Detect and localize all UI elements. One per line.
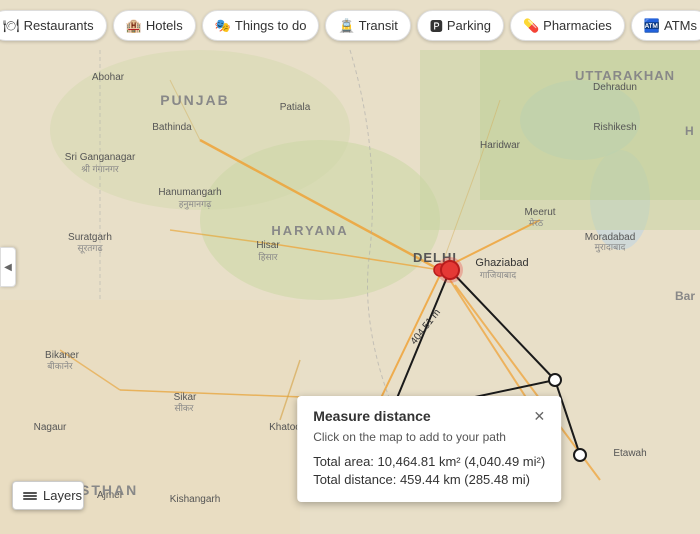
svg-text:Sri Ganganagar: Sri Ganganagar	[65, 152, 136, 163]
chip-pharmacies-label: Pharmacies	[543, 18, 612, 33]
chip-parking-label: Parking	[447, 18, 491, 33]
svg-text:Kishangarh: Kishangarh	[170, 494, 221, 505]
area-label: Total area:	[313, 454, 374, 469]
distance-value: 459.44 km (285.48 mi)	[400, 472, 530, 487]
layers-label: Layers	[43, 488, 82, 503]
svg-text:Meerut: Meerut	[524, 207, 555, 218]
svg-text:Bikaner: Bikaner	[45, 350, 80, 361]
svg-text:Suratgarh: Suratgarh	[68, 232, 112, 243]
area-value: 10,464.81 km² (4,040.49 mi²)	[378, 454, 546, 469]
svg-text:श्री गंगानगर: श्री गंगानगर	[81, 163, 119, 174]
map-pin-delhi	[440, 260, 460, 280]
svg-text:Ghaziabad: Ghaziabad	[475, 257, 528, 269]
layers-button[interactable]: Layers	[12, 481, 84, 510]
svg-text:PUNJAB: PUNJAB	[160, 92, 230, 108]
svg-text:सीकर: सीकर	[174, 402, 193, 413]
restaurants-icon: 🍽	[3, 18, 20, 34]
atms-icon: 🏧	[644, 18, 660, 34]
svg-text:HARYANA: HARYANA	[271, 223, 348, 238]
popup-title: Measure distance	[313, 408, 431, 424]
chip-pharmacies[interactable]: 💊 Pharmacies	[510, 10, 625, 41]
svg-text:H: H	[685, 124, 694, 138]
svg-text:Abohar: Abohar	[92, 72, 125, 83]
measure-distance-popup: Measure distance ✕ Click on the map to a…	[297, 396, 561, 502]
svg-text:Rishikesh: Rishikesh	[593, 122, 636, 133]
svg-text:गाजियाबाद: गाजियाबाद	[480, 269, 516, 280]
svg-text:Etawah: Etawah	[613, 448, 646, 459]
map-container[interactable]: AH43 PUNJAB HARYANA DELHI UTTARAKHAN Abo…	[0, 0, 700, 534]
chip-transit[interactable]: 🚊 Transit	[325, 10, 410, 41]
svg-text:Hisar: Hisar	[256, 240, 280, 251]
hotels-icon: 🏨	[126, 18, 142, 34]
chip-things-to-do[interactable]: 🎭 Things to do	[202, 10, 320, 41]
chip-hotels-label: Hotels	[146, 18, 183, 33]
svg-text:हिसार: हिसार	[258, 251, 278, 262]
chip-hotels[interactable]: 🏨 Hotels	[113, 10, 196, 41]
svg-text:हनुमानगढ़: हनुमानगढ़	[179, 199, 213, 210]
total-distance-row: Total distance: 459.44 km (285.48 mi)	[313, 472, 545, 487]
popup-subtitle: Click on the map to add to your path	[313, 430, 545, 444]
chip-parking[interactable]: 🅿 Parking	[417, 10, 504, 41]
layers-icon	[23, 492, 37, 500]
svg-text:बीकानेर: बीकानेर	[47, 360, 73, 371]
things-icon: 🎭	[215, 18, 231, 34]
svg-text:Nagaur: Nagaur	[34, 422, 67, 433]
svg-text:सूरतगढ़: सूरतगढ़	[77, 243, 103, 254]
svg-text:STHAN: STHAN	[80, 482, 138, 498]
chip-restaurants[interactable]: 🍽 Restaurants	[0, 10, 107, 41]
chip-restaurants-label: Restaurants	[24, 18, 94, 33]
svg-text:UTTARAKHAN: UTTARAKHAN	[575, 68, 675, 83]
svg-text:Patiala: Patiala	[280, 102, 311, 113]
parking-icon: 🅿	[430, 16, 443, 35]
svg-text:Bar: Bar	[675, 289, 695, 303]
svg-text:Haridwar: Haridwar	[480, 140, 521, 151]
popup-header: Measure distance ✕	[313, 408, 545, 424]
svg-text:Hanumangarh: Hanumangarh	[158, 187, 221, 198]
svg-text:Sikar: Sikar	[174, 392, 197, 403]
popup-close-button[interactable]: ✕	[533, 409, 545, 423]
chip-atms[interactable]: 🏧 ATMs	[631, 10, 700, 41]
chip-things-label: Things to do	[235, 18, 307, 33]
expand-sidebar-button[interactable]: ◀	[0, 247, 16, 287]
filter-bar: 🍽 Restaurants 🏨 Hotels 🎭 Things to do 🚊 …	[0, 10, 700, 41]
expand-icon: ◀	[4, 262, 12, 273]
chip-atms-label: ATMs	[664, 18, 697, 33]
pharmacies-icon: 💊	[523, 18, 539, 34]
svg-text:मेरठ: मेरठ	[529, 217, 544, 228]
chip-transit-label: Transit	[359, 18, 398, 33]
svg-text:मुरादाबाद: मुरादाबाद	[595, 242, 626, 253]
svg-text:Bathinda: Bathinda	[152, 122, 192, 133]
distance-label: Total distance:	[313, 472, 396, 487]
transit-icon: 🚊	[338, 18, 354, 34]
svg-text:Dehradun: Dehradun	[593, 82, 637, 93]
total-area-row: Total area: 10,464.81 km² (4,040.49 mi²)	[313, 454, 545, 469]
